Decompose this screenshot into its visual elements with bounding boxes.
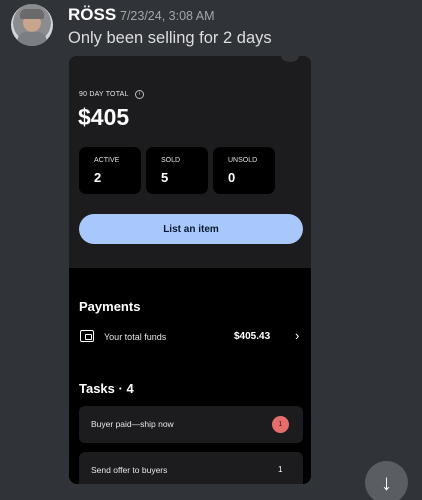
wallet-icon [80,330,94,342]
avatar-shirt [17,32,47,46]
task-label: Send offer to buyers [91,465,168,475]
total-funds-value: $405.43 [234,331,271,342]
task-send-offer[interactable]: Send offer to buyers 1 [79,452,303,484]
ninety-day-total-value: $405 [78,104,130,130]
screenshot-attachment[interactable]: 90 DAY TOTAL i $405 ACTIVE 2 SOLD 5 UNSO… [69,56,311,484]
payments-heading: Payments [79,299,141,314]
username[interactable]: RÖSS [68,5,116,25]
total-funds-label[interactable]: Your total funds [104,332,166,342]
arrow-down-icon: ↓ [381,469,392,495]
stat-value: 0 [228,170,236,185]
stat-label: UNSOLD [228,157,258,164]
stat-card-sold: SOLD 5 [146,147,208,194]
avatar-hat [20,9,44,19]
ninety-day-total-label: 90 DAY TOTAL [79,91,129,98]
scroll-down-button[interactable]: ↓ [365,461,408,500]
stat-label: SOLD [161,157,181,164]
task-count-badge: 1 [272,416,289,433]
stat-value: 5 [161,170,169,185]
list-item-button[interactable]: List an item [79,214,303,244]
task-buyer-paid[interactable]: Buyer paid—ship now 1 [79,406,303,443]
task-count: 1 [278,465,283,474]
stat-label: ACTIVE [94,157,120,164]
avatar[interactable] [11,4,53,46]
chevron-right-icon[interactable]: › [295,328,299,343]
stat-card-unsold: UNSOLD 0 [213,147,275,194]
stat-value: 2 [94,170,102,185]
message-text: Only been selling for 2 days [68,29,272,47]
task-label: Buyer paid—ship now [91,419,174,429]
tasks-heading: Tasks · 4 [79,381,134,396]
info-icon: i [135,90,144,99]
stat-card-active: ACTIVE 2 [79,147,141,194]
message-timestamp: 7/23/24, 3:08 AM [120,9,215,23]
